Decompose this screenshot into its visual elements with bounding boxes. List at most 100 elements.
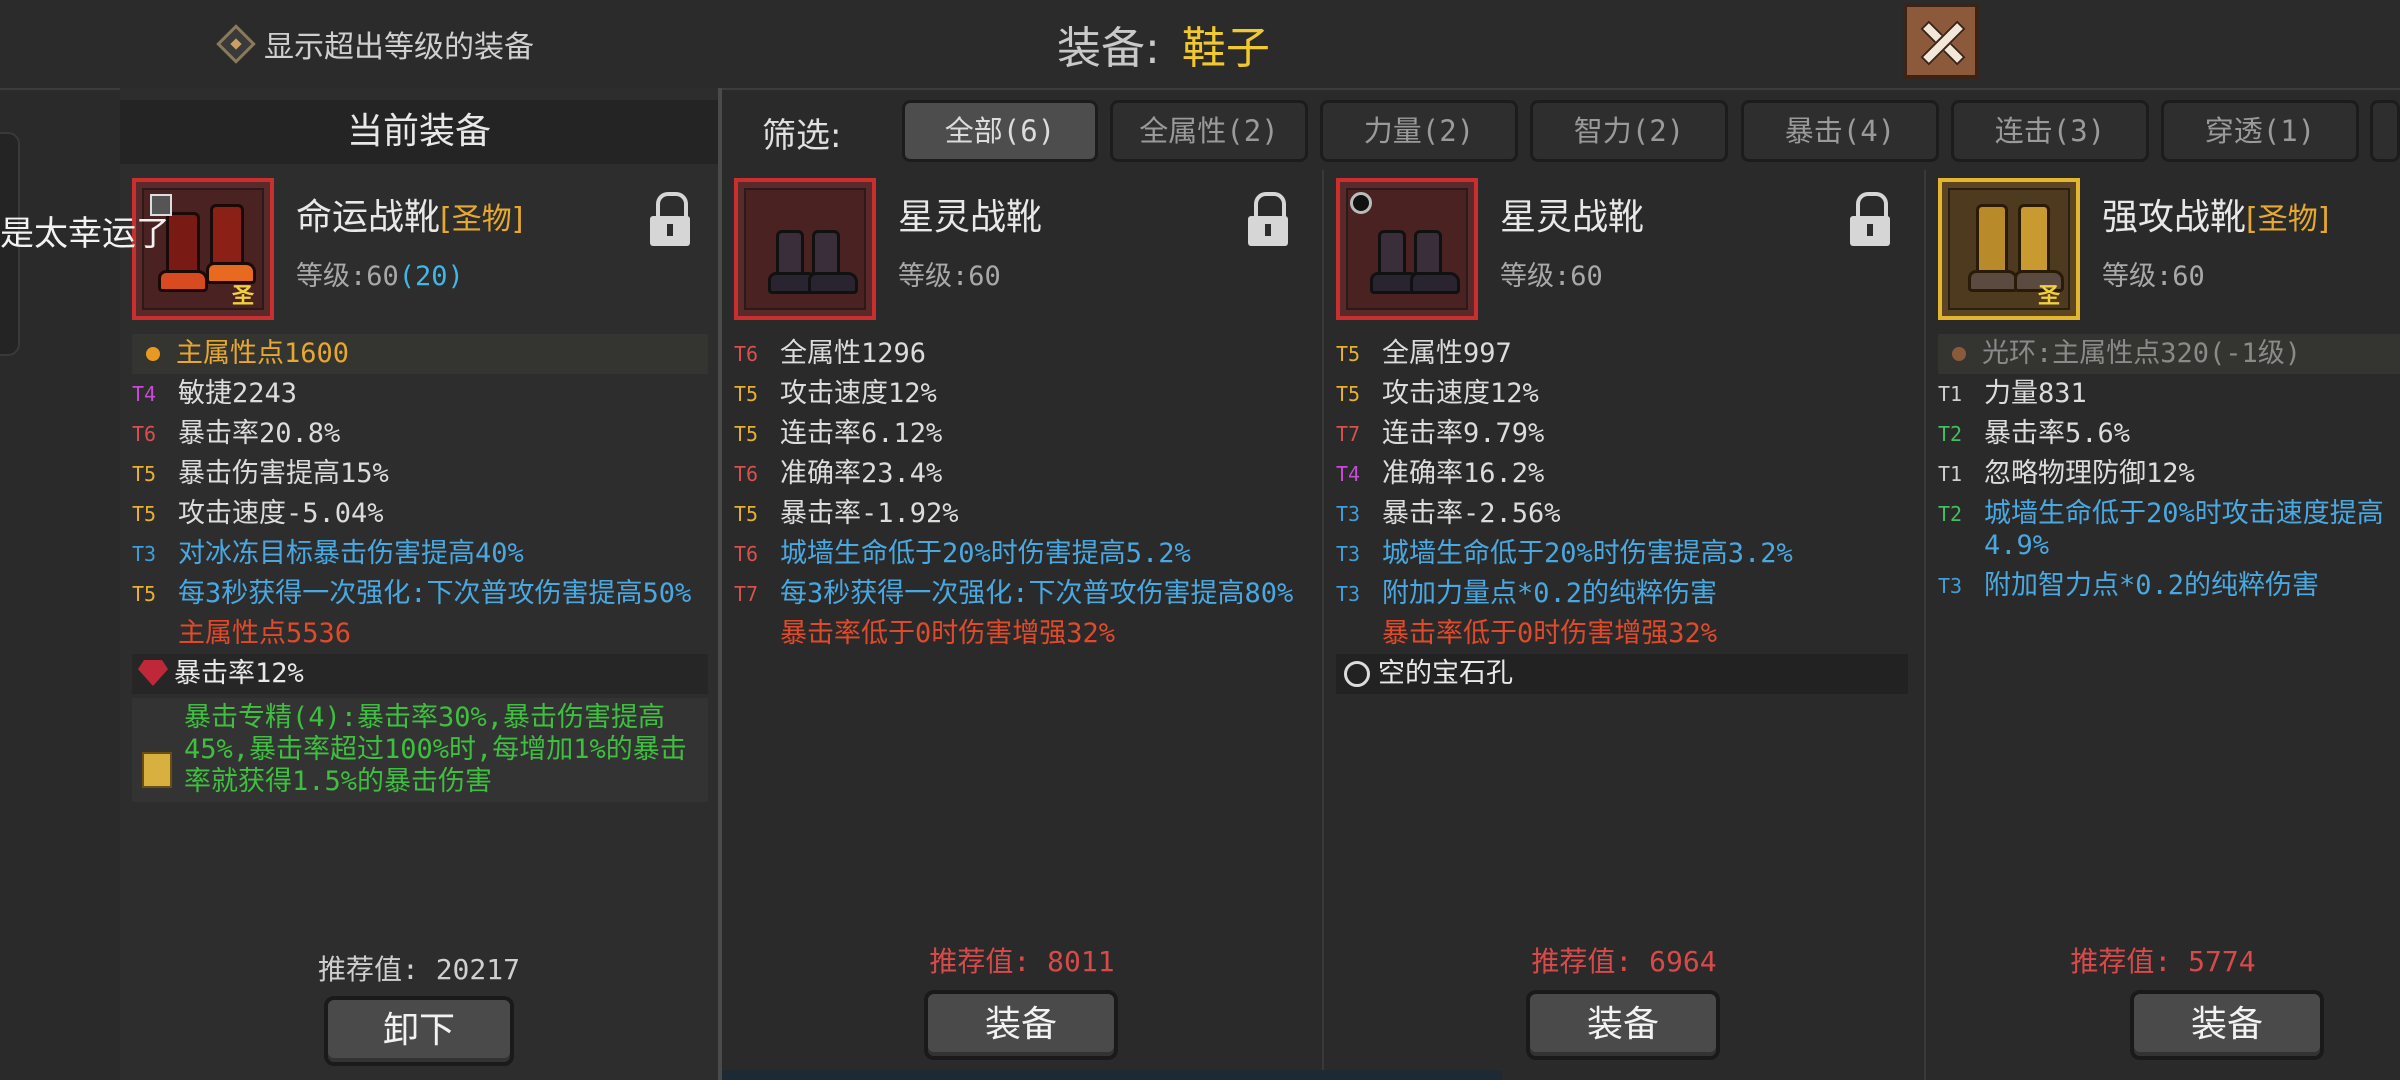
- page-title: 装备: 鞋子: [1057, 14, 1270, 74]
- lock-icon[interactable]: [650, 192, 690, 246]
- stat-row: T4 敏捷2243: [132, 374, 708, 414]
- tab-crit[interactable]: 暴击(4): [1741, 100, 1939, 162]
- relic-tag: [圣物]: [2246, 202, 2330, 237]
- set-bonus-text: 暴击专精(4):暴击率30%,暴击伤害提高45%,暴击率超过100%时,每增加1…: [184, 702, 687, 797]
- stat-text: 连击率9.79%: [1382, 418, 1545, 449]
- recommend-value: 推荐值: 20217: [317, 953, 520, 986]
- stat-text: 附加力量点*0.2的纯粹伤害: [1382, 578, 1718, 609]
- stat-text: 全属性997: [1382, 338, 1512, 369]
- stat-row: T6 暴击率20.8%: [132, 414, 708, 454]
- tier-label: T1: [1938, 462, 1963, 486]
- tier-label: T2: [1938, 422, 1963, 446]
- stat-row: 暴击率低于0时伤害增强32%: [734, 614, 1306, 654]
- item-level: 等级:60: [898, 261, 1001, 292]
- item-level: 等级:60(20): [296, 254, 464, 293]
- stat-row: T6 准确率23.4%: [734, 454, 1306, 494]
- tab-strength[interactable]: 力量(2): [1320, 100, 1518, 162]
- recommend-value: 推荐值: 8011: [929, 945, 1115, 978]
- main-attr-icon: [146, 347, 160, 361]
- stat-row: T5 连击率6.12%: [734, 414, 1306, 454]
- stat-text: 对冰冻目标暴击伤害提高40%: [178, 538, 524, 569]
- tier-label: T7: [734, 582, 759, 606]
- tab-intelligence[interactable]: 智力(2): [1530, 100, 1728, 162]
- checkbox-diamond-icon[interactable]: [216, 24, 256, 64]
- lock-icon[interactable]: [1248, 192, 1288, 246]
- level-text: 等级:60: [296, 261, 399, 292]
- stat-row: T5 攻击速度12%: [734, 374, 1306, 414]
- tier-label: T3: [1336, 502, 1361, 526]
- tier-label: T6: [734, 342, 759, 366]
- show-over-level-toggle[interactable]: 显示超出等级的装备: [216, 22, 534, 66]
- recommend-value: 推荐值: 6964: [1531, 945, 1717, 978]
- stat-row: T3 附加力量点*0.2的纯粹伤害: [1336, 574, 1908, 614]
- tab-all[interactable]: 全部(6): [902, 100, 1098, 162]
- tab-combo[interactable]: 连击(3): [1951, 100, 2149, 162]
- stat-text: 忽略物理防御12%: [1984, 458, 2195, 489]
- stat-list: 光环:主属性点320(-1级) T1 力量831 T2 暴击率5.6% T1 忽略物理…: [1938, 334, 2400, 606]
- stat-row: 主属性点5536: [132, 614, 708, 654]
- stat-row: T4 准确率16.2%: [1336, 454, 1908, 494]
- stat-text: 主属性点5536: [178, 618, 352, 649]
- item-card-1[interactable]: 星灵战靴 等级:60 T6 全属性1296 T5 攻击速度12% T5 连击率6.12…: [722, 170, 1322, 1080]
- item-name-text: 命运战靴: [296, 197, 441, 238]
- item-card-3[interactable]: 圣 强攻战靴[圣物] 等级:60 光环:主属性点320(-1级) T1 力量831…: [1926, 170, 2400, 1080]
- tier-label: T5: [132, 582, 157, 606]
- stat-text: 力量831: [1984, 378, 2087, 409]
- lock-icon[interactable]: [1850, 192, 1890, 246]
- item-name: 强攻战靴[圣物]: [2102, 188, 2329, 240]
- tier-label: T3: [1336, 542, 1361, 566]
- tab-penetration[interactable]: 穿透(1): [2161, 100, 2359, 162]
- item-name: 星灵战靴: [898, 197, 1043, 238]
- horizontal-scrollbar[interactable]: [722, 1070, 1502, 1080]
- tier-label: T1: [1938, 382, 1963, 406]
- tab-more[interactable]: [2370, 100, 2400, 162]
- tier-label: T5: [734, 382, 759, 406]
- stat-row: T6 全属性1296: [734, 334, 1306, 374]
- stat-row: 主属性点1600: [132, 334, 708, 374]
- show-over-level-label: 显示超出等级的装备: [264, 30, 534, 65]
- socket-row: 空的宝石孔: [1336, 654, 1908, 694]
- stat-text: 暴击率-2.56%: [1382, 498, 1561, 529]
- equip-button[interactable]: 装备: [1526, 990, 1720, 1060]
- equip-button[interactable]: 装备: [2130, 990, 2324, 1060]
- title-prefix: 装备:: [1057, 23, 1160, 74]
- stat-text: 城墙生命低于20%时攻击速度提高4.9%: [1984, 498, 2384, 561]
- item-icon-frame[interactable]: [734, 178, 876, 320]
- item-name: 星灵战靴: [1500, 197, 1645, 238]
- stat-row: T5 每3秒获得一次强化:下次普攻伤害提高50%: [132, 574, 708, 614]
- stat-text: 攻击速度-5.04%: [178, 498, 384, 529]
- item-level: 等级:60: [2102, 261, 2205, 292]
- item-name-text: 强攻战靴: [2102, 197, 2247, 238]
- ruby-gem-icon: [138, 660, 168, 686]
- filter-label: 筛选:: [762, 116, 842, 156]
- stat-row: T3 城墙生命低于20%时伤害提高3.2%: [1336, 534, 1908, 574]
- close-icon[interactable]: [1903, 3, 1979, 79]
- stat-text: 全属性1296: [780, 338, 927, 369]
- level-extra: (20): [398, 261, 464, 292]
- tab-all-attributes[interactable]: 全属性(2): [1110, 100, 1308, 162]
- unequip-button[interactable]: 卸下: [324, 996, 514, 1066]
- stat-row: T5 攻击速度12%: [1336, 374, 1908, 414]
- stat-row: T5 暴击率-1.92%: [734, 494, 1306, 534]
- stat-row: T7 每3秒获得一次强化:下次普攻伤害提高80%: [734, 574, 1306, 614]
- tier-label: T3: [132, 542, 157, 566]
- stat-text: 附加智力点*0.2的纯粹伤害: [1984, 570, 2320, 601]
- stat-text: 每3秒获得一次强化:下次普攻伤害提高50%: [178, 578, 692, 609]
- tier-label: T3: [1938, 574, 1963, 598]
- equip-button[interactable]: 装备: [924, 990, 1118, 1060]
- stat-row: T3 暴击率-2.56%: [1336, 494, 1908, 534]
- tier-label: T4: [132, 382, 157, 406]
- tier-label: T5: [1336, 382, 1361, 406]
- stat-text: 暴击率5.6%: [1984, 418, 2131, 449]
- item-icon-frame[interactable]: [1336, 178, 1478, 320]
- item-card-2[interactable]: 星灵战靴 等级:60 T5 全属性997 T5 攻击速度12% T7 连击率9.79%…: [1324, 170, 1924, 1080]
- stat-row: T6 城墙生命低于20%时伤害提高5.2%: [734, 534, 1306, 574]
- stat-text: 暴击伤害提高15%: [178, 458, 389, 489]
- current-item-card: 圣 命运战靴[圣物] 等级:60(20) 主属性点1600 T4 敏捷2243 …: [120, 170, 718, 1080]
- item-name: 命运战靴[圣物]: [296, 188, 523, 240]
- stat-list: T6 全属性1296 T5 攻击速度12% T5 连击率6.12% T6 准确率23.4…: [734, 334, 1306, 654]
- item-icon-frame[interactable]: 圣: [1938, 178, 2080, 320]
- stat-text: 暴击率-1.92%: [780, 498, 959, 529]
- stat-row: T5 暴击伤害提高15%: [132, 454, 708, 494]
- tier-label: T3: [1336, 582, 1361, 606]
